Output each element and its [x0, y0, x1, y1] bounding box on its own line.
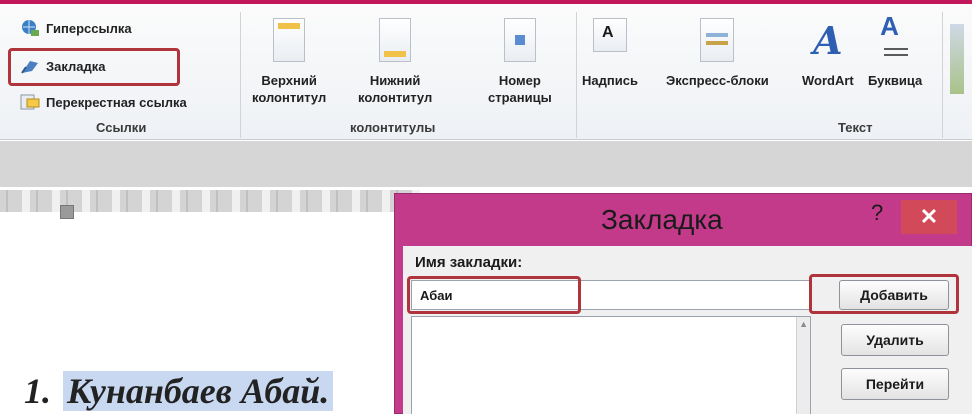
dialog-title: Закладка: [601, 204, 723, 235]
wordart-icon: A: [813, 17, 843, 63]
list-scrollbar[interactable]: ▲: [796, 317, 810, 414]
selected-text[interactable]: Кунанбаев Абай.: [63, 371, 334, 411]
header-label-line2: колонтитул: [252, 90, 327, 105]
hyperlink-label: Гиперссылка: [46, 20, 132, 36]
cross-reference-label: Перекрестная ссылка: [46, 94, 187, 110]
text-box-button[interactable]: A Надпись: [582, 18, 638, 89]
text-box-label: Надпись: [582, 73, 638, 88]
input-highlight: [407, 276, 581, 314]
text-box-icon: A: [592, 18, 627, 52]
header-page-icon: [273, 18, 306, 62]
page-number-label-line1: Номер: [498, 73, 541, 88]
group-separator: [576, 12, 577, 138]
quick-parts-label: Экспресс-блоки: [666, 73, 769, 88]
wordart-label: WordArt: [802, 73, 854, 88]
globe-link-icon: [20, 19, 40, 37]
toolbar-background: [0, 141, 972, 187]
drop-cap-label: Буквица: [868, 73, 923, 88]
add-button-highlight: [809, 274, 959, 314]
bookmark-name-label: Имя закладки:: [415, 254, 523, 271]
cross-reference-icon: [20, 93, 40, 111]
hyperlink-button[interactable]: Гиперссылка: [20, 16, 132, 40]
document-line[interactable]: 1. Кунанбаев Абай.: [24, 370, 334, 412]
drop-cap-icon: A: [878, 13, 912, 62]
list-number: 1.: [24, 371, 51, 411]
footer-label-line2: колонтитул: [358, 90, 433, 105]
bookmark-list[interactable]: ▲: [411, 316, 811, 414]
text-group-label: Текст: [838, 120, 873, 135]
wordart-button[interactable]: A WordArt: [802, 18, 854, 89]
more-tools-icon[interactable]: [950, 24, 964, 94]
page-number-icon: [503, 18, 536, 62]
group-separator: [942, 12, 943, 138]
group-separator: [240, 12, 241, 138]
drop-cap-button[interactable]: A Буквица: [868, 13, 923, 89]
header-label-line1: Верхний: [261, 73, 317, 88]
quick-parts-icon: [700, 18, 735, 62]
help-button[interactable]: ?: [871, 200, 883, 226]
ruler-indent-marker[interactable]: [60, 205, 74, 219]
goto-button[interactable]: Перейти: [841, 368, 949, 400]
bookmark-highlight: [8, 48, 180, 86]
bookmark-dialog: Закладка ? ✕ Имя закладки: Абаи ▲ Добави…: [394, 193, 972, 414]
dialog-body: Имя закладки: Абаи ▲ Добавить Удалить Пе…: [403, 246, 972, 414]
links-group-label: Ссылки: [96, 120, 147, 135]
quick-parts-button[interactable]: Экспресс-блоки: [666, 18, 769, 89]
page-number-label-line2: страницы: [488, 90, 552, 105]
header-button[interactable]: Верхний колонтитул: [252, 18, 326, 106]
ribbon: Гиперссылка Закладка Перекрестная ссылка…: [0, 0, 972, 140]
header-footer-group-label: колонтитулы: [350, 120, 436, 135]
footer-label-line1: Нижний: [369, 73, 421, 88]
scroll-up-icon[interactable]: ▲: [799, 319, 808, 329]
delete-button[interactable]: Удалить: [841, 324, 949, 356]
page-number-button[interactable]: Номер страницы: [488, 18, 552, 106]
close-button[interactable]: ✕: [901, 200, 957, 234]
footer-button[interactable]: Нижний колонтитул: [358, 18, 432, 106]
footer-page-icon: [379, 18, 412, 62]
cross-reference-button[interactable]: Перекрестная ссылка: [20, 90, 187, 114]
